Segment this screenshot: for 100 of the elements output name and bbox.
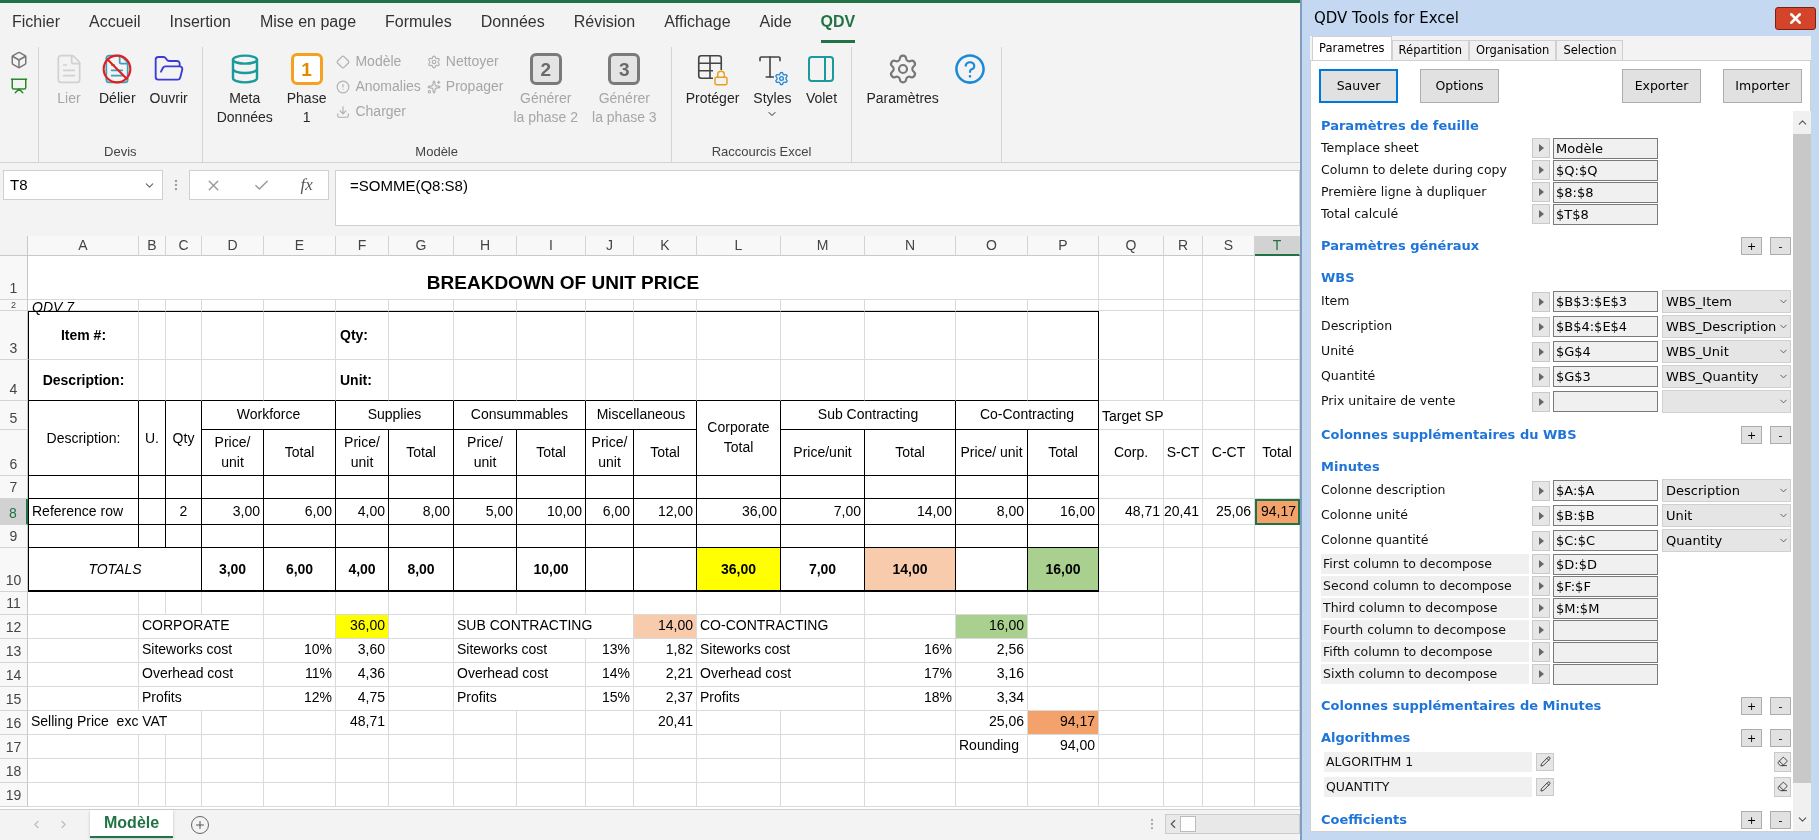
sheet-cell[interactable]: Profits xyxy=(454,687,586,711)
sheet-cell[interactable]: Price/ unit xyxy=(956,430,1028,476)
section-action-button[interactable]: + xyxy=(1741,697,1762,715)
sheet-cell[interactable]: Total xyxy=(865,430,956,476)
empty-cell[interactable] xyxy=(781,311,865,360)
empty-cell[interactable] xyxy=(264,476,336,499)
sheet-cell[interactable]: 14,00 xyxy=(634,615,697,639)
ribbon-tab[interactable]: Formules xyxy=(385,10,452,43)
sheet-cell[interactable]: 3,34 xyxy=(956,687,1028,711)
empty-cell[interactable] xyxy=(202,311,264,360)
panel-button[interactable]: Importer xyxy=(1723,69,1802,103)
pick-range-button[interactable] xyxy=(1532,664,1550,684)
row-header[interactable]: 15 xyxy=(0,687,28,711)
pick-range-button[interactable] xyxy=(1532,341,1550,362)
empty-cell[interactable] xyxy=(517,311,586,360)
sheet-cell[interactable]: Total xyxy=(389,430,454,476)
sheet-cell[interactable]: 12% xyxy=(264,687,336,711)
empty-cell[interactable] xyxy=(139,311,166,360)
row-header[interactable]: 7 xyxy=(0,476,28,499)
ribbon-tab[interactable]: Insertion xyxy=(169,10,231,43)
sheet-cell[interactable]: 13% xyxy=(586,639,634,663)
sheet-cell[interactable]: 16,00 xyxy=(956,615,1028,639)
close-button[interactable] xyxy=(1775,6,1816,30)
column-header[interactable]: D xyxy=(202,236,264,256)
sheet-tab[interactable]: Modèle xyxy=(90,810,174,838)
pick-range-button[interactable] xyxy=(1532,480,1550,501)
column-header[interactable]: E xyxy=(264,236,336,256)
empty-cell[interactable] xyxy=(454,476,517,499)
sheet-cell[interactable]: 11% xyxy=(264,663,336,687)
sheet-cell[interactable]: Price/ unit xyxy=(336,430,389,476)
sheet-cell[interactable]: Profits xyxy=(139,687,264,711)
range-field[interactable]: $C:$C xyxy=(1553,530,1658,551)
sheet-cell[interactable]: 14% xyxy=(586,663,634,687)
row-header[interactable]: 13 xyxy=(0,639,28,663)
sheet-cell[interactable]: 5,00 xyxy=(454,499,517,525)
sheet-cell[interactable]: 6,00 xyxy=(264,548,336,592)
sheet-cell[interactable]: 16% xyxy=(865,639,956,663)
sheet-cell[interactable]: C-CT xyxy=(1203,430,1255,476)
sheet-cell[interactable]: 14,00 xyxy=(865,548,956,592)
section-action-button[interactable]: - xyxy=(1770,811,1791,829)
sheet-cell[interactable]: Overhead cost xyxy=(139,663,264,687)
empty-cell[interactable] xyxy=(517,476,586,499)
row-header[interactable]: 9 xyxy=(0,525,28,548)
sheet-cell[interactable]: Corp. xyxy=(1099,430,1164,476)
sheet-cell[interactable]: BREAKDOWN OF UNIT PRICE xyxy=(28,256,1099,300)
dropdown[interactable]: WBS_Description xyxy=(1662,315,1791,338)
column-header[interactable]: K xyxy=(634,236,697,256)
empty-cell[interactable] xyxy=(454,311,517,360)
range-field[interactable] xyxy=(1553,663,1658,685)
dropdown[interactable]: WBS_Quantity xyxy=(1662,365,1791,388)
empty-cell[interactable] xyxy=(454,525,517,548)
empty-cell[interactable] xyxy=(264,311,336,360)
range-field[interactable]: $G$4 xyxy=(1553,341,1658,362)
sheet-cell[interactable]: 4,00 xyxy=(336,548,389,592)
ribbon-button[interactable]: Styles xyxy=(749,47,796,120)
empty-cell[interactable] xyxy=(166,525,202,548)
sheet-cell[interactable]: 10,00 xyxy=(517,499,586,525)
sheet-cell[interactable]: Reference row xyxy=(28,499,139,525)
sheet-cell[interactable]: Rounding xyxy=(956,735,1028,759)
column-header[interactable]: S xyxy=(1203,236,1255,256)
row-header[interactable]: 2 xyxy=(0,300,28,311)
row-header[interactable]: 5 xyxy=(0,401,28,430)
sheet-cell[interactable]: Overhead cost xyxy=(697,663,865,687)
empty-cell[interactable] xyxy=(697,311,781,360)
row-header[interactable]: 1 xyxy=(0,256,28,300)
sheet-cell[interactable]: 94,17 xyxy=(1028,711,1099,735)
column-header[interactable]: M xyxy=(781,236,865,256)
sheet-cell[interactable]: 3,00 xyxy=(202,548,264,592)
sheet-cell[interactable]: 94,00 xyxy=(1028,735,1099,759)
sheet-cell[interactable]: Siteworks cost xyxy=(139,639,264,663)
sheet-cell[interactable]: 15% xyxy=(586,687,634,711)
sheet-cell[interactable]: Co-Contracting xyxy=(956,401,1099,430)
sheet-cell[interactable]: Price/ unit xyxy=(454,430,517,476)
edit-button[interactable] xyxy=(1536,752,1554,771)
sheet-cell[interactable]: 12,00 xyxy=(634,499,697,525)
empty-cell[interactable] xyxy=(389,476,454,499)
row-header[interactable]: 6 xyxy=(0,430,28,476)
range-field[interactable]: $D:$D xyxy=(1553,553,1658,575)
section-action-button[interactable]: + xyxy=(1741,237,1762,255)
select-all-corner[interactable] xyxy=(0,236,28,256)
range-field[interactable]: $M:$M xyxy=(1553,597,1658,619)
sheet-cell[interactable]: 10,00 xyxy=(517,548,586,592)
ribbon-tab[interactable]: Fichier xyxy=(12,10,60,43)
sheet-cell[interactable]: Price/ unit xyxy=(586,430,634,476)
sheet-cell[interactable]: Selling Price exc VAT xyxy=(28,711,202,735)
sheet-cell[interactable]: Total xyxy=(264,430,336,476)
ribbon-button[interactable]: Ouvrir xyxy=(145,47,192,108)
panel-tab[interactable]: Organisation xyxy=(1468,40,1557,60)
column-header[interactable]: Q xyxy=(1099,236,1164,256)
dropdown[interactable]: WBS_Item xyxy=(1662,290,1791,313)
empty-cell[interactable] xyxy=(781,525,865,548)
sheet-cell[interactable]: 16,00 xyxy=(1028,548,1099,592)
empty-cell[interactable] xyxy=(956,311,1028,360)
sheet-cell[interactable]: 2,56 xyxy=(956,639,1028,663)
empty-cell[interactable] xyxy=(586,548,634,592)
sheet-cell[interactable]: Description: xyxy=(28,360,139,401)
pick-range-button[interactable] xyxy=(1532,576,1550,596)
empty-cell[interactable] xyxy=(865,311,956,360)
pick-range-button[interactable] xyxy=(1532,620,1550,640)
empty-cell[interactable] xyxy=(517,525,586,548)
